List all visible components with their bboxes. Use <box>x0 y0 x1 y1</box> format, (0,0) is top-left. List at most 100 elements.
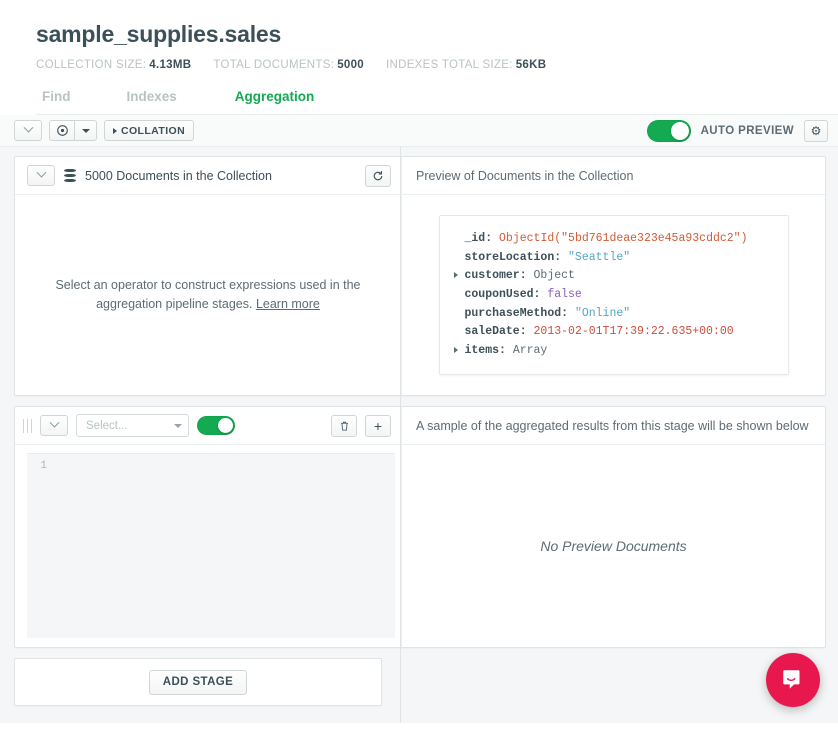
toggle-knob <box>671 122 689 140</box>
document-field-customer: customer: Object <box>454 267 770 286</box>
collection-stats: COLLECTION SIZE:4.13MB TOTAL DOCUMENTS:5… <box>36 59 838 71</box>
save-pipeline-menu-button[interactable] <box>75 120 97 141</box>
field-key: couponUsed <box>465 288 534 301</box>
field-key: _id <box>465 232 486 245</box>
chat-widget-button[interactable] <box>766 653 820 707</box>
stage-no-preview-message: No Preview Documents <box>402 445 825 647</box>
field-value: "Online" <box>575 307 630 320</box>
source-empty-state: Select an operator to construct expressi… <box>15 195 401 395</box>
toolbar-right-group: AUTO PREVIEW ⚙ <box>647 120 828 142</box>
stat-total-documents: TOTAL DOCUMENTS:5000 <box>213 59 364 71</box>
caret-right-icon <box>113 128 117 134</box>
stat-collection-size-label: COLLECTION SIZE: <box>36 59 146 71</box>
document-field-couponUsed: couponUsed: false <box>454 286 770 305</box>
pipeline-settings-button[interactable]: ⚙ <box>804 120 828 142</box>
pane-divider[interactable] <box>400 147 401 723</box>
stat-indexes-total-size: INDEXES TOTAL SIZE:56KB <box>386 59 546 71</box>
field-value: false <box>547 288 582 301</box>
stage-collapse-button[interactable] <box>40 415 68 436</box>
stat-indexes-total-size-value: 56KB <box>516 59 547 71</box>
tab-indexes[interactable]: Indexes <box>113 85 191 114</box>
field-key: saleDate <box>465 325 520 338</box>
documents-count-label: 5000 Documents in the Collection <box>85 169 356 183</box>
stage-editor-pane: Select... + 1 <box>15 407 401 647</box>
add-stage-after-button[interactable]: + <box>365 415 391 437</box>
collapse-all-stages-button[interactable] <box>14 120 42 141</box>
learn-more-link[interactable]: Learn more <box>256 297 320 311</box>
source-collapse-button[interactable] <box>27 165 55 186</box>
save-pipeline-button-group <box>49 120 97 141</box>
refresh-documents-button[interactable] <box>365 165 391 187</box>
pipeline-stage-card: Select... + 1 <box>14 406 826 648</box>
field-value: "Seattle" <box>568 251 630 264</box>
document-preview-card: _id: ObjectId("5bd761deae323e45a93cddc2"… <box>439 215 789 375</box>
auto-preview-toggle[interactable] <box>647 120 691 142</box>
source-collection-card: 5000 Documents in the Collection Select … <box>14 156 826 396</box>
field-key: storeLocation <box>465 251 555 264</box>
refresh-icon <box>372 170 384 182</box>
stat-collection-size: COLLECTION SIZE:4.13MB <box>36 59 191 71</box>
collation-toggle-button[interactable]: COLLATION <box>104 120 194 141</box>
toolbar-left-group: COLLATION <box>14 120 194 141</box>
add-stage-button[interactable]: ADD STAGE <box>149 670 247 695</box>
auto-preview-label: AUTO PREVIEW <box>701 125 794 137</box>
stage-operator-select[interactable]: Select... <box>76 414 189 437</box>
document-field-purchaseMethod: purchaseMethod: "Online" <box>454 305 770 324</box>
document-field-saleDate: saleDate: 2013-02-01T17:39:22.635+00:00 <box>454 323 770 342</box>
stat-total-documents-value: 5000 <box>337 59 364 71</box>
field-value: Object <box>534 269 575 282</box>
caret-down-icon <box>82 129 90 133</box>
tab-aggregation[interactable]: Aggregation <box>221 85 329 114</box>
document-field-items: items: Array <box>454 342 770 361</box>
chat-bubble-icon <box>780 667 806 693</box>
stat-collection-size-value: 4.13MB <box>149 59 191 71</box>
source-preview-body: _id: ObjectId("5bd761deae323e45a93cddc2"… <box>402 195 825 395</box>
toggle-knob <box>218 418 233 433</box>
document-field-id: _id: ObjectId("5bd761deae323e45a93cddc2"… <box>454 230 770 249</box>
chevron-down-icon <box>36 168 46 178</box>
editor-gutter: 1 <box>27 454 53 638</box>
chevron-down-icon <box>23 123 33 133</box>
stage-enabled-toggle[interactable] <box>197 416 235 435</box>
tab-find[interactable]: Find <box>36 85 85 114</box>
source-collection-left-pane: 5000 Documents in the Collection Select … <box>15 157 401 395</box>
trash-icon <box>339 420 350 432</box>
database-icon <box>64 169 76 182</box>
caret-down-icon <box>174 424 182 428</box>
save-pipeline-button[interactable] <box>49 120 75 141</box>
stage-code-editor[interactable]: 1 <box>27 453 395 638</box>
editor-line-number: 1 <box>27 454 53 472</box>
save-disk-icon <box>57 125 68 136</box>
collection-header: sample_supplies.sales COLLECTION SIZE:4.… <box>0 0 838 115</box>
collation-label: COLLATION <box>121 126 185 137</box>
pipeline-workspace: 5000 Documents in the Collection Select … <box>0 147 838 723</box>
field-value: ObjectId("5bd761deae323e45a93cddc2") <box>499 232 747 245</box>
delete-stage-button[interactable] <box>331 415 357 437</box>
expand-triangle-icon[interactable] <box>454 347 458 353</box>
field-key: purchaseMethod <box>465 307 562 320</box>
source-empty-message: Select an operator to construct expressi… <box>41 276 375 315</box>
document-field-storeLocation: storeLocation: "Seattle" <box>454 249 770 268</box>
field-key: customer <box>465 269 520 282</box>
stage-operator-placeholder: Select... <box>86 420 174 432</box>
drag-grip-icon[interactable] <box>23 419 32 433</box>
gear-icon: ⚙ <box>811 125 822 137</box>
field-key: items <box>465 344 500 357</box>
plus-icon: + <box>374 419 382 433</box>
source-collection-right-pane: Preview of Documents in the Collection _… <box>401 157 825 395</box>
source-collection-header: 5000 Documents in the Collection <box>15 157 401 195</box>
collection-tabs: Find Indexes Aggregation <box>36 85 838 115</box>
stat-indexes-total-size-label: INDEXES TOTAL SIZE: <box>386 59 513 71</box>
source-preview-header: Preview of Documents in the Collection <box>402 157 825 195</box>
page-title: sample_supplies.sales <box>36 22 838 47</box>
chevron-down-icon <box>49 418 59 428</box>
add-stage-card: ADD STAGE <box>14 658 382 706</box>
field-value: Array <box>513 344 548 357</box>
stage-header: Select... + <box>15 407 401 445</box>
stage-preview-pane: A sample of the aggregated results from … <box>401 407 825 647</box>
stage-preview-header: A sample of the aggregated results from … <box>402 407 825 445</box>
pipeline-toolbar: COLLATION AUTO PREVIEW ⚙ <box>0 115 838 147</box>
stat-total-documents-label: TOTAL DOCUMENTS: <box>213 59 334 71</box>
field-value: 2013-02-01T17:39:22.635+00:00 <box>534 325 734 338</box>
expand-triangle-icon[interactable] <box>454 272 458 278</box>
